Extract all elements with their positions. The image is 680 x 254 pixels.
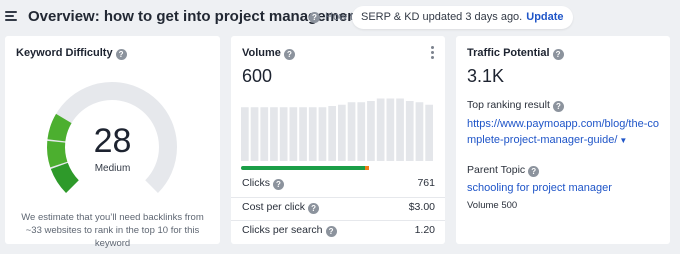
metric-cost-per-click: Cost per click? $3.00 [242,201,435,215]
metric-value: 1.20 [414,224,435,236]
trend-bar [367,101,375,161]
paid-clicks-fill [365,166,369,170]
top-result-label: Top ranking result? [467,99,564,112]
trend-bar [357,102,366,161]
menu-icon[interactable] [5,11,17,21]
caret-down-icon[interactable]: ▼ [619,136,627,145]
help-icon[interactable]: ? [309,12,320,23]
trend-bar [289,107,298,161]
help-icon[interactable]: ? [115,49,127,60]
volume-value: 600 [242,66,273,86]
notice-text: SERP & KD updated 3 days ago. [361,11,523,23]
help-icon[interactable]: ? [552,101,564,112]
top-result-link[interactable]: https://www.paymoapp.com/blog/the-comple… [467,116,665,149]
parent-topic-label: Parent Topic? [467,164,540,177]
metric-value: $3.00 [408,201,435,213]
trend-bar [386,98,395,161]
traffic-potential-card: Traffic Potential? 3.1K Top ranking resu… [456,36,670,244]
metric-label: Clicks per search [242,224,323,236]
trend-bar [396,98,404,161]
help-icon[interactable]: ? [325,226,337,237]
metric-clicks: Clicks? 761 [242,177,435,191]
trend-bar [376,98,385,161]
divider [231,197,445,198]
help-icon[interactable]: ? [308,203,320,214]
trend-bar [425,104,433,161]
traffic-title: Traffic Potential? [467,47,564,60]
help-icon[interactable]: ? [528,166,540,177]
volume-card: Volume? 600 Clicks? 761 Cost per click? … [231,36,445,244]
clicks-progress-bar [241,166,396,170]
metric-label: Cost per click [242,201,306,213]
more-options-icon[interactable] [431,46,434,61]
trend-bar [415,102,424,161]
help-icon[interactable]: ? [552,49,564,60]
trend-bar [338,104,346,161]
volume-trend-chart [241,98,433,161]
update-notice: SERP & KD updated 3 days ago. Update [352,6,573,29]
volume-title: Volume? [242,47,295,60]
trend-bar [260,107,269,161]
trend-bar [328,106,336,161]
keyword-difficulty-card: Keyword Difficulty? 28 Medium We estimat… [5,36,220,249]
trend-bar [299,107,307,161]
trend-bar [241,107,249,161]
metric-value: 761 [417,177,435,189]
trend-bar [270,107,278,161]
help-icon[interactable]: ? [283,49,295,60]
trend-bar [279,107,288,161]
top-bar: Overview: how to get into project manage… [0,0,680,34]
trend-bar [250,107,259,161]
trend-bar [308,107,317,161]
divider [231,220,445,221]
metric-label: Clicks [242,177,270,189]
metric-clicks-per-search: Clicks per search? 1.20 [242,224,435,238]
update-link[interactable]: Update [526,11,563,23]
kd-note: We estimate that you’ll need backlinks f… [21,212,204,249]
kd-value: 28 [93,122,132,160]
parent-volume: Volume 500 [467,200,518,211]
help-icon[interactable]: ? [273,179,284,190]
how-to-link[interactable]: How to [325,11,355,23]
kd-level: Medium [94,163,131,174]
parent-topic-link[interactable]: schooling for project manager [467,180,665,196]
trend-bar [405,101,414,161]
trend-bar [318,107,327,161]
trend-bar [347,102,356,161]
organic-clicks-fill [241,166,365,170]
kd-title: Keyword Difficulty? [16,47,127,60]
traffic-value: 3.1K [467,66,505,86]
